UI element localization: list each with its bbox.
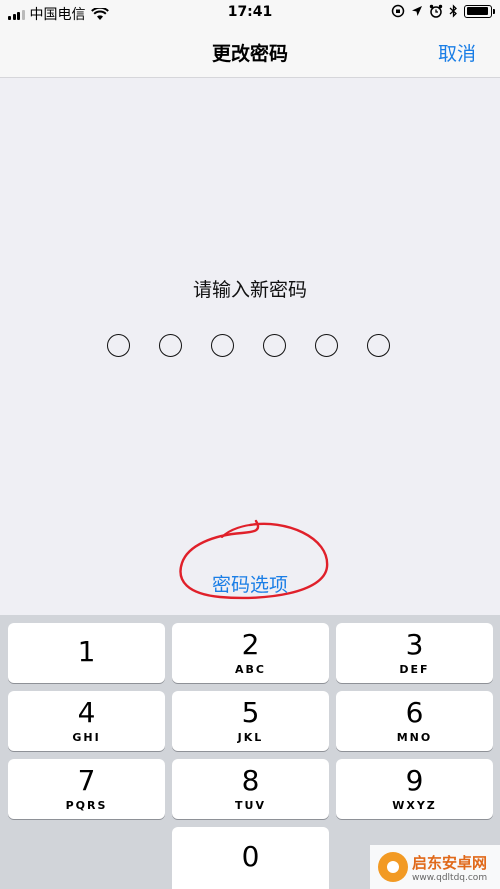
key-digit: 6: [405, 696, 424, 729]
alarm-icon: [429, 4, 443, 18]
passcode-dot: [367, 334, 390, 357]
key-digit: 7: [77, 764, 96, 797]
key-letters: PQRS: [65, 799, 108, 812]
passcode-dot: [107, 334, 130, 357]
key-digit: 2: [241, 628, 260, 661]
key-1[interactable]: 1: [8, 623, 165, 683]
key-digit: 3: [405, 628, 424, 661]
key-letters: JKL: [237, 731, 264, 744]
passcode-dot: [159, 334, 182, 357]
key-8[interactable]: 8 TUV: [172, 759, 329, 819]
page-title: 更改密码: [211, 43, 288, 65]
status-right: [391, 4, 495, 18]
key-digit: 0: [241, 840, 260, 873]
cancel-button[interactable]: 取消: [438, 39, 476, 66]
status-bar: 中国电信 17:41: [0, 0, 500, 26]
watermark-title: 启东安卓网: [412, 853, 488, 872]
passcode-prompt: 请输入新密码: [192, 279, 307, 301]
key-4[interactable]: 4 GHI: [8, 691, 165, 751]
watermark: 启东安卓网 www.qdltdq.com: [370, 845, 500, 889]
key-digit: 1: [77, 635, 96, 668]
key-6[interactable]: 6 MNO: [336, 691, 493, 751]
passcode-dot: [211, 334, 234, 357]
key-7[interactable]: 7 PQRS: [8, 759, 165, 819]
key-9[interactable]: 9 WXYZ: [336, 759, 493, 819]
key-letters: TUV: [235, 799, 266, 812]
passcode-dot: [315, 334, 338, 357]
watermark-text: 启东安卓网 www.qdltdq.com: [412, 852, 487, 883]
key-letters: WXYZ: [392, 799, 437, 812]
battery-icon: [464, 4, 495, 18]
watermark-logo-icon: [378, 852, 408, 882]
passcode-options-link[interactable]: 密码选项: [0, 570, 500, 597]
watermark-url: www.qdltdq.com: [412, 872, 488, 883]
key-letters: GHI: [72, 731, 101, 744]
key-digit: 5: [241, 696, 260, 729]
passcode-dot: [263, 334, 286, 357]
nav-bar: 更改密码 取消: [0, 26, 500, 78]
key-digit: 8: [241, 764, 260, 797]
rotation-lock-icon: [391, 4, 405, 18]
bluetooth-icon: [449, 4, 457, 18]
passcode-dots: [107, 334, 390, 357]
location-icon: [412, 6, 422, 16]
key-3[interactable]: 3 DEF: [336, 623, 493, 683]
key-digit: 4: [77, 696, 96, 729]
key-letters: ABC: [235, 663, 266, 676]
key-letters: DEF: [399, 663, 430, 676]
key-5[interactable]: 5 JKL: [172, 691, 329, 751]
key-letters: MNO: [396, 731, 433, 744]
key-0[interactable]: 0: [172, 827, 329, 889]
key-digit: 9: [405, 764, 424, 797]
key-2[interactable]: 2 ABC: [172, 623, 329, 683]
